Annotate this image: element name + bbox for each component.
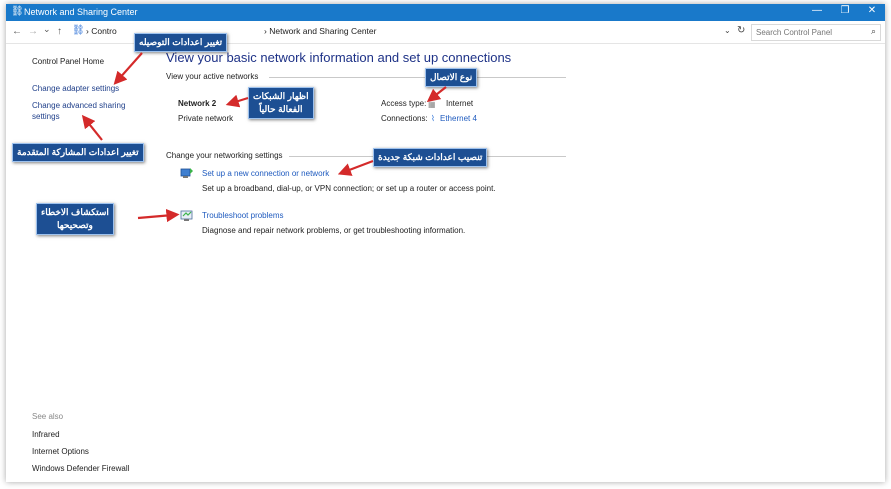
control-panel-home-link[interactable]: Control Panel Home (32, 57, 104, 66)
internet-icon: ▦ (428, 100, 436, 109)
troubleshoot-icon (180, 210, 193, 221)
up-button[interactable]: ↑ (57, 26, 62, 37)
change-adapter-settings-link[interactable]: Change adapter settings (32, 84, 119, 93)
see-also-firewall[interactable]: Windows Defender Firewall (32, 464, 129, 473)
minimize-button[interactable]: — (804, 5, 830, 16)
ethernet-icon: ⌇ (431, 114, 435, 123)
refresh-button[interactable]: ↻ (737, 25, 745, 36)
change-advanced-sharing-link-cont[interactable]: settings (32, 112, 60, 121)
callout-adapter-settings: تغيير اعدادات التوصيله (134, 33, 228, 52)
setup-connection-description: Set up a broadband, dial-up, or VPN conn… (202, 184, 496, 193)
ethernet-connection-link[interactable]: Ethernet 4 (440, 114, 477, 123)
crumb-control-panel[interactable]: Contro (91, 26, 117, 36)
control-panel-icon: ⛓ (72, 25, 85, 36)
address-dropdown[interactable]: ⌄ (724, 26, 731, 35)
callout-new-network: تنصيب اعدادات شبكة جديدة (373, 148, 488, 167)
callout-connection-type: نوع الاتصال (425, 68, 478, 87)
callout-active-networks-line1: اظهار الشبكات (253, 91, 309, 101)
troubleshoot-description: Diagnose and repair network problems, or… (202, 226, 466, 235)
network-type: Private network (178, 114, 234, 123)
window-title: Network and Sharing Center (24, 7, 138, 17)
callout-advanced-sharing: تغيير اعدادات المشاركة المتقدمة (12, 143, 144, 162)
callout-troubleshoot-line2: وتصحيحها (57, 220, 93, 230)
connections-label: Connections: (381, 114, 428, 123)
page-title: View your basic network information and … (166, 50, 512, 65)
callout-troubleshoot-line1: استكشاف الاخطاء (41, 207, 109, 217)
troubleshoot-problems-link[interactable]: Troubleshoot problems (202, 211, 284, 220)
forward-button[interactable]: → (28, 26, 38, 37)
callout-active-networks: اظهار الشبكات الفعالة حالياً (248, 87, 314, 119)
new-connection-icon (180, 168, 193, 178)
access-type-value: Internet (446, 99, 474, 108)
back-button[interactable]: ← (12, 26, 22, 37)
title-bar: ⛓ Network and Sharing Center — ❐ ✕ (6, 4, 885, 21)
callout-troubleshoot: استكشاف الاخطاء وتصحيحها (36, 203, 114, 235)
breadcrumb: › Contro (86, 26, 117, 36)
see-also-internet-options[interactable]: Internet Options (32, 447, 89, 456)
recent-locations-button[interactable]: ⌄ (43, 24, 51, 35)
see-also-title: See also (32, 412, 64, 421)
see-also-infrared[interactable]: Infrared (32, 430, 60, 439)
active-networks-header: View your active networks (166, 72, 259, 81)
crumb-network-sharing[interactable]: Network and Sharing Center (269, 26, 376, 36)
crumb-separator: › (86, 26, 89, 36)
breadcrumb-current: › Network and Sharing Center (264, 26, 376, 36)
close-button[interactable]: ✕ (859, 5, 885, 16)
setup-connection-link[interactable]: Set up a new connection or network (202, 169, 329, 178)
search-icon[interactable]: ⌕ (871, 26, 876, 37)
change-settings-header: Change your networking settings (166, 151, 283, 160)
network-icon: ⛓ (11, 6, 24, 17)
access-type-label: Access type: (381, 99, 427, 108)
maximize-button[interactable]: ❐ (832, 5, 858, 16)
section-divider (269, 77, 566, 78)
callout-active-networks-line2: الفعالة حالياً (259, 104, 303, 114)
change-advanced-sharing-link[interactable]: Change advanced sharing (32, 101, 125, 110)
search-input[interactable] (752, 25, 868, 40)
search-box: ⌕ (751, 24, 881, 41)
network-name: Network 2 (178, 99, 217, 108)
crumb-separator: › (264, 26, 267, 36)
